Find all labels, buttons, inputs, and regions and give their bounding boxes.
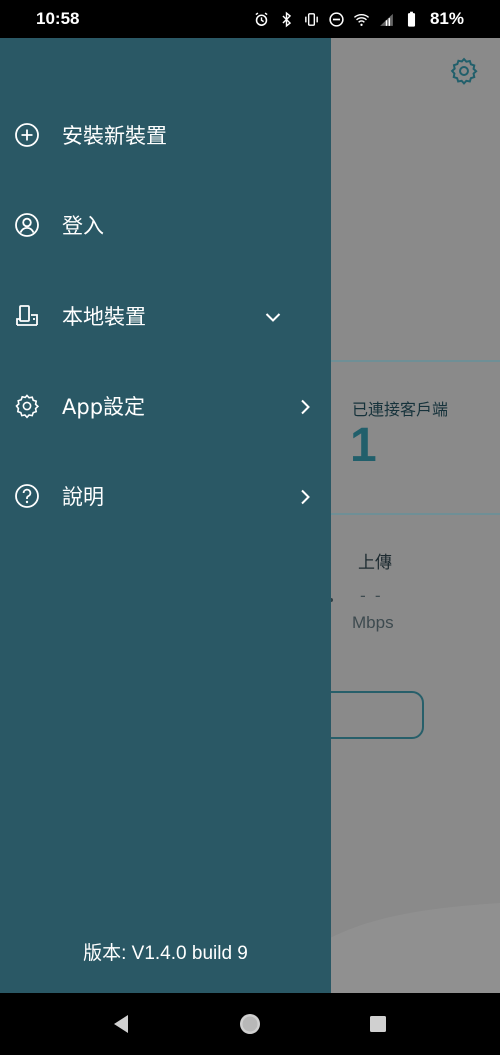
cellular-signal-icon: [380, 13, 393, 26]
do-not-disturb-icon: [329, 11, 344, 27]
wifi-icon: [353, 13, 370, 26]
upload-label: 上傳: [358, 553, 392, 573]
bluetooth-icon: [282, 11, 292, 27]
menu-item-label: 登入: [62, 214, 104, 238]
card-divider: [330, 513, 500, 515]
vibrate-icon: [305, 12, 318, 26]
menu-item-app-settings[interactable]: App設定: [0, 376, 331, 436]
battery-icon: [407, 11, 416, 27]
home-icon[interactable]: [235, 1009, 265, 1039]
chevron-right-icon: [301, 489, 310, 505]
settings-gear-icon[interactable]: [450, 57, 478, 85]
upload-speed-value: - -: [360, 586, 383, 605]
back-icon[interactable]: [106, 1009, 136, 1039]
menu-item-label: 本地裝置: [62, 305, 146, 329]
battery-percent: 81%: [429, 9, 464, 28]
menu-item-help[interactable]: 說明: [0, 466, 331, 526]
menu-item-login[interactable]: 登入: [0, 195, 331, 255]
status-time: 10:58: [36, 9, 80, 28]
menu-item-local-devices[interactable]: 本地裝置: [0, 286, 331, 346]
menu-item-install-new-device[interactable]: 安裝新裝置: [0, 105, 331, 165]
system-navigation-bar: [0, 993, 500, 1055]
devices-icon: [16, 305, 38, 326]
chevron-right-icon: [301, 399, 310, 415]
navigation-drawer: 安裝新裝置 登入 本地裝置 App設定 說明 版本: V1.4.0 build …: [0, 38, 331, 993]
alarm-icon: [255, 12, 268, 26]
user-circle-icon: [15, 213, 39, 237]
add-circle-icon: [15, 123, 39, 147]
card-divider: [330, 360, 500, 362]
status-bar: 10:58 81%: [0, 0, 500, 38]
connected-clients-label: 已連接客戶端: [352, 400, 449, 419]
recent-apps-icon[interactable]: [363, 1009, 393, 1039]
menu-item-label: App設定: [62, 395, 146, 419]
menu-item-label: 安裝新裝置: [62, 124, 167, 148]
status-icons: 81%: [253, 9, 464, 29]
upload-speed-unit: Mbps: [352, 613, 394, 632]
app-version: 版本: V1.4.0 build 9: [83, 943, 248, 964]
chevron-down-icon: [265, 313, 281, 322]
background-wave: [330, 903, 500, 993]
menu-item-label: 說明: [62, 485, 104, 509]
phone-screen: 10:58 81% 已連接客戶端 1 上傳 - - Mbps 安裝新裝置 登入 …: [0, 0, 500, 1055]
connected-clients-count: 1: [350, 419, 377, 472]
help-icon: [15, 484, 39, 508]
gear-icon: [15, 394, 40, 419]
